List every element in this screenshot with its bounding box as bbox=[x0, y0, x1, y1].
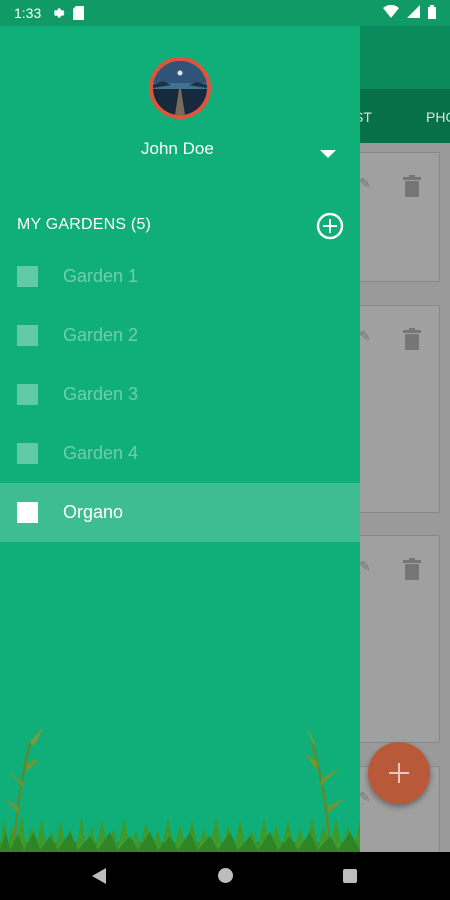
edit-icon[interactable]: ✎ bbox=[359, 328, 371, 345]
user-name[interactable]: John Doe bbox=[141, 139, 214, 159]
add-garden-button[interactable] bbox=[316, 212, 344, 240]
settings-icon bbox=[51, 6, 65, 20]
garden-item-garden-3[interactable]: Garden 3 bbox=[0, 365, 360, 424]
garden-square-icon bbox=[17, 384, 38, 405]
navigation-drawer: John Doe MY GARDENS (5) Garden 1 Garden … bbox=[0, 26, 360, 852]
battery-icon bbox=[428, 4, 436, 22]
signal-icon bbox=[407, 5, 420, 21]
garden-item-garden-4[interactable]: Garden 4 bbox=[0, 424, 360, 483]
add-fab-button[interactable] bbox=[368, 742, 430, 804]
trash-icon[interactable] bbox=[403, 558, 421, 585]
trash-icon[interactable] bbox=[403, 175, 421, 202]
grass-decoration bbox=[0, 724, 360, 852]
garden-label: Garden 3 bbox=[63, 384, 139, 404]
edit-icon[interactable]: ✎ bbox=[359, 789, 371, 806]
plus-icon bbox=[389, 763, 409, 783]
avatar[interactable] bbox=[149, 57, 211, 119]
edit-icon[interactable]: ✎ bbox=[359, 558, 371, 575]
garden-label: Garden 2 bbox=[63, 325, 139, 345]
garden-item-garden-2[interactable]: Garden 2 bbox=[0, 306, 360, 365]
garden-square-icon bbox=[17, 502, 38, 523]
garden-square-icon bbox=[17, 266, 38, 287]
status-time: 1:33 bbox=[14, 5, 42, 21]
chevron-down-icon[interactable] bbox=[320, 146, 336, 158]
trash-icon[interactable] bbox=[403, 328, 421, 355]
wifi-icon bbox=[383, 4, 399, 21]
recents-icon[interactable] bbox=[343, 869, 357, 883]
back-icon[interactable] bbox=[92, 868, 106, 889]
garden-label: Garden 1 bbox=[63, 266, 139, 286]
sd-card-icon bbox=[73, 6, 85, 20]
garden-square-icon bbox=[17, 325, 38, 346]
garden-square-icon bbox=[17, 443, 38, 464]
background-tab-photos[interactable]: PHO bbox=[426, 109, 450, 125]
my-gardens-header: MY GARDENS (5) bbox=[17, 216, 152, 233]
system-navigation-bar bbox=[0, 852, 450, 900]
garden-label: Garden 4 bbox=[63, 443, 139, 463]
garden-label: Organo bbox=[63, 502, 124, 522]
status-bar: 1:33 bbox=[0, 0, 450, 26]
garden-item-organo[interactable]: Organo bbox=[0, 483, 360, 542]
add-circle-icon bbox=[316, 212, 344, 240]
home-icon[interactable] bbox=[218, 868, 233, 883]
edit-icon[interactable]: ✎ bbox=[359, 175, 371, 192]
garden-item-garden-1[interactable]: Garden 1 bbox=[0, 247, 360, 306]
garden-list: Garden 1 Garden 2 Garden 3 Garden 4 Orga… bbox=[0, 247, 360, 542]
